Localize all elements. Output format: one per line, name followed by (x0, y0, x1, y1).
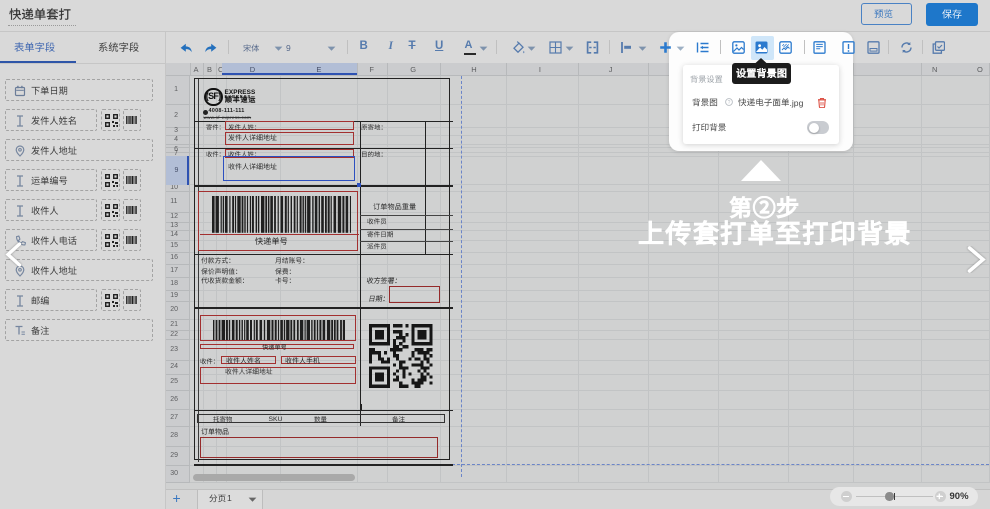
svg-text:?: ? (727, 100, 730, 106)
